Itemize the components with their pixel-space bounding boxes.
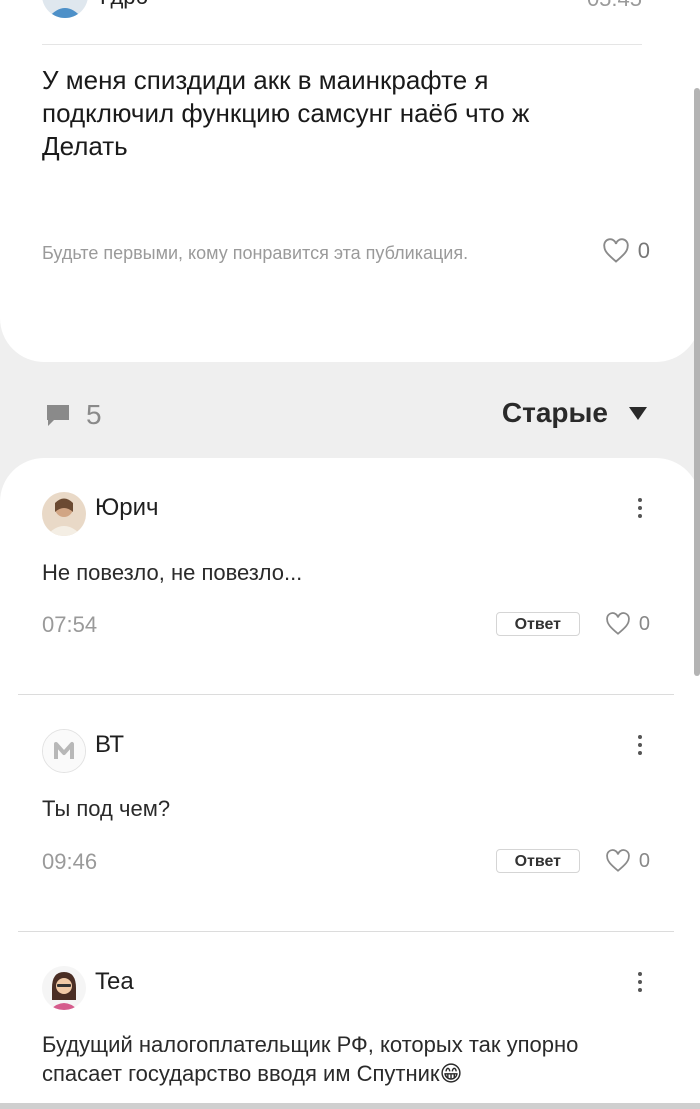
comment-like-button[interactable]: 0 [605,612,650,636]
comment-text: Будущий налогоплательщик РФ, которых так… [42,1032,579,1086]
heart-outline-icon [606,849,630,872]
sort-dropdown[interactable]: Старые [502,397,648,429]
post-author-avatar[interactable] [42,0,88,18]
comment-time: 09:46 [42,849,98,874]
comment-like-count: 0 [638,849,650,872]
post-card: Гдрб 05:45 У меня спиздиди акк в маинкра… [0,0,700,362]
post-divider [42,44,642,45]
comment-more-button[interactable] [636,972,644,992]
post-like-hint: Будьте первыми, кому понравится эта публ… [42,243,469,263]
heart-outline-icon [606,612,630,635]
comment-avatar[interactable] [42,492,86,536]
caret-down-icon [629,407,647,420]
comment-more-button[interactable] [636,498,644,518]
avatar-placeholder-icon [43,730,85,772]
comment-more-button[interactable] [636,735,644,755]
more-vertical-icon [638,972,642,976]
comment-author[interactable]: Юрич [95,494,159,522]
post-like-button[interactable]: 0 [602,238,650,264]
post-author-name[interactable]: Гдрб [100,0,148,10]
more-vertical-icon [638,735,642,739]
comment-author[interactable]: Tea [95,968,134,996]
reply-button[interactable]: Ответ [495,612,580,636]
comment-icon [47,405,69,426]
reply-button[interactable]: Ответ [495,849,580,873]
comment-like-button[interactable]: 0 [605,849,650,873]
post-like-count: 0 [637,238,650,263]
app-screen: Гдрб 05:45 У меня спиздиди акк в маинкра… [0,0,700,1109]
comment-like-count: 0 [638,612,650,635]
post-text: У меня спиздиди акк в маинкрафте я подкл… [42,65,530,161]
comment-time: 07:54 [42,612,98,637]
sort-label: Старые [501,397,608,428]
comment-author[interactable]: ВТ [95,731,124,759]
comment-divider [18,931,674,932]
scrollbar[interactable] [694,88,700,676]
heart-outline-icon [603,238,629,263]
comment-divider [18,694,674,695]
more-vertical-icon [638,498,642,502]
comments-count-value: 5 [86,399,102,430]
comment-text: Ты под чем? [42,796,171,821]
comment-avatar[interactable] [42,729,86,773]
bottom-edge [0,1103,700,1109]
comments-toolbar: 5 Старые [0,385,700,445]
comment-text: Не повезло, не повезло... [42,560,303,585]
comments-count: 5 [44,399,102,431]
post-time: 05:45 [587,0,642,12]
comment-avatar[interactable] [42,966,86,1010]
comments-list: Юрич Не повезло, не повезло... 07:54 Отв… [0,458,700,1109]
